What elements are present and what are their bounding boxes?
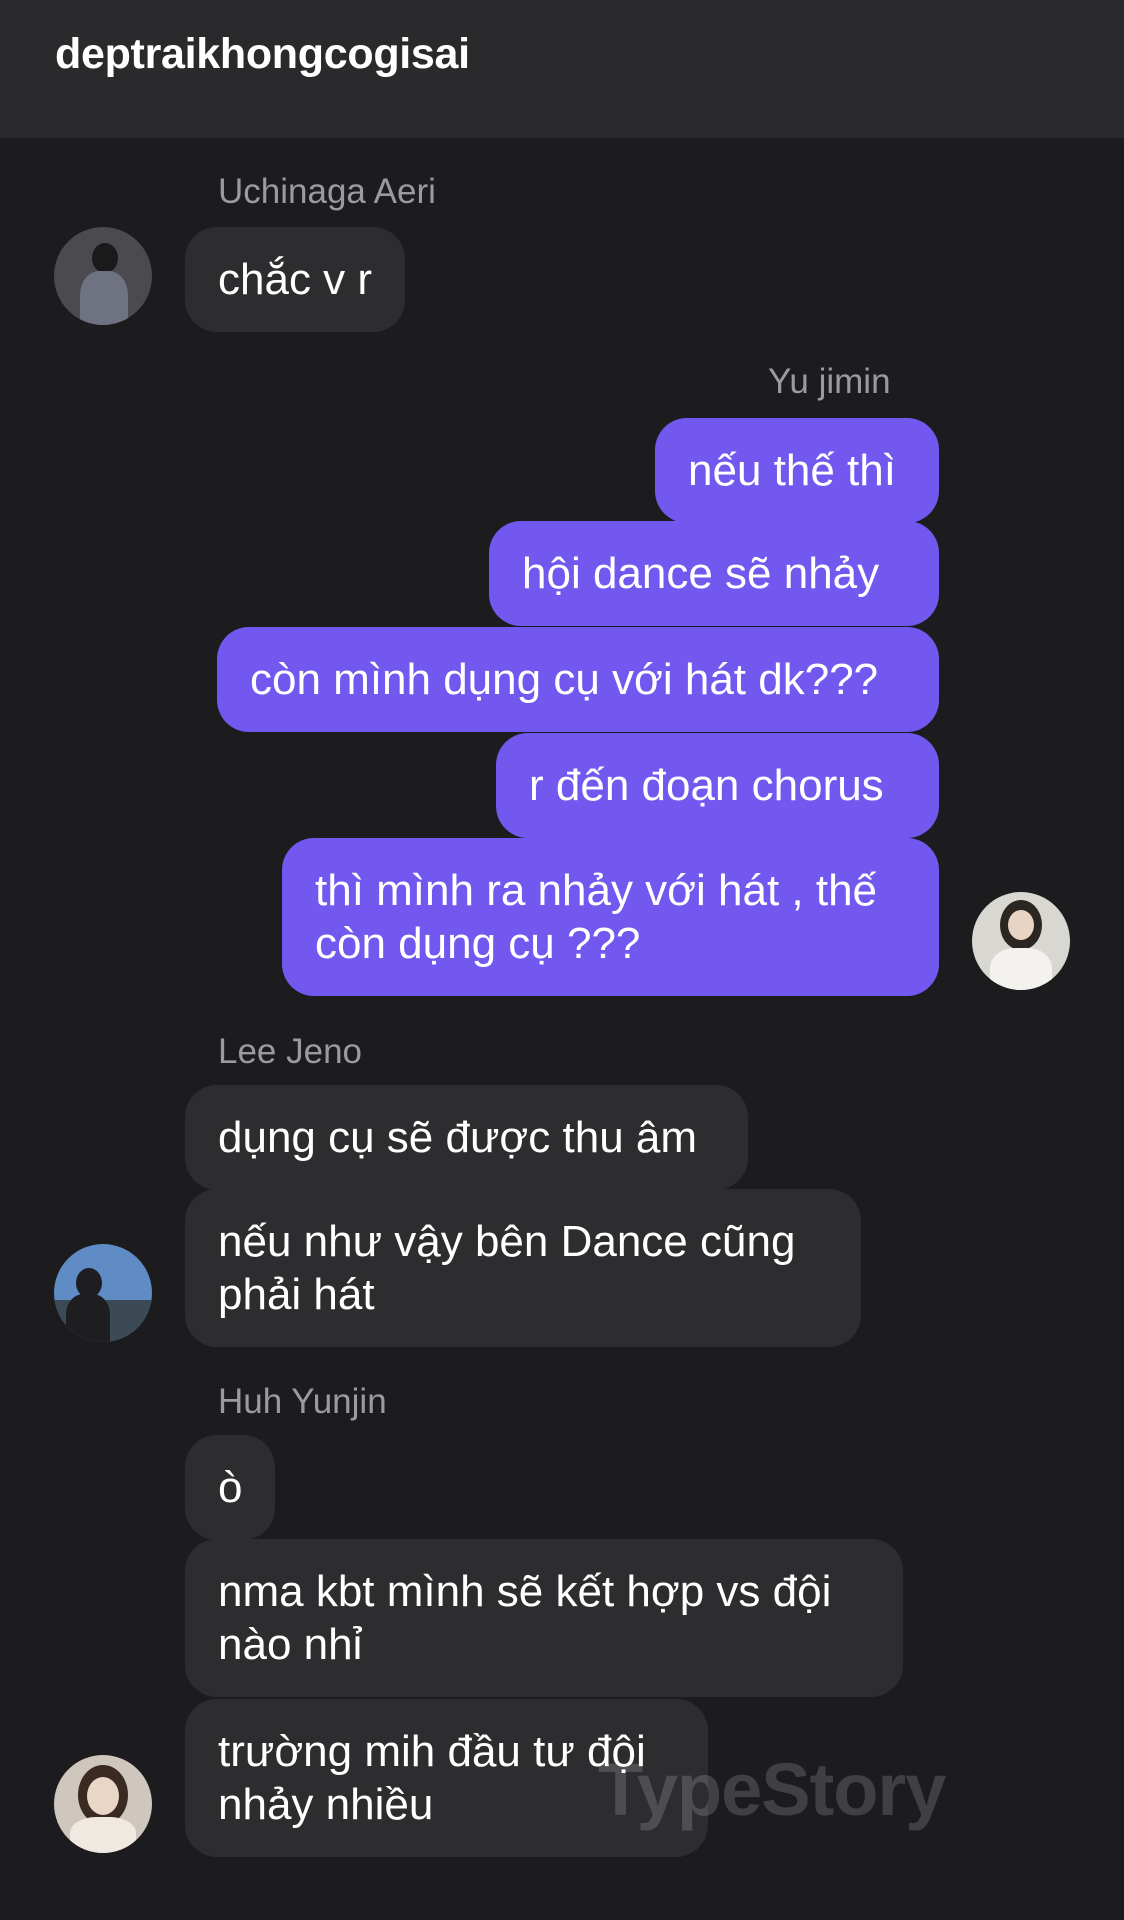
message-bubble[interactable]: chắc v r [185, 227, 406, 332]
chat-title[interactable]: deptraikhongcogisai [55, 30, 470, 79]
message-bubble[interactable]: nma kbt mình sẽ kết hợp vs đội nào nhỉ [185, 1539, 903, 1697]
avatar-yu-jimin[interactable] [972, 892, 1070, 990]
message-bubble[interactable]: thì mình ra nhảy với hát , thế còn dụng … [282, 838, 939, 996]
message-bubble[interactable]: hội dance sẽ nhảy [489, 521, 939, 626]
sender-name: Lee Jeno [218, 1032, 363, 1071]
message-bubble[interactable]: r đến đoạn chorus [496, 733, 939, 838]
message-bubble[interactable]: còn mình dụng cụ với hát dk??? [217, 627, 939, 732]
avatar-huh-yunjin[interactable] [54, 1755, 152, 1853]
message-bubble[interactable]: ò [185, 1435, 275, 1540]
message-bubble[interactable]: nếu thế thì [655, 418, 939, 523]
avatar-lee-jeno[interactable] [54, 1244, 152, 1342]
message-bubble[interactable]: nếu như vậy bên Dance cũng phải hát [185, 1189, 861, 1347]
chat-header: deptraikhongcogisai [0, 0, 1124, 138]
avatar-uchinaga-aeri[interactable] [54, 227, 152, 325]
sender-name: Uchinaga Aeri [218, 172, 436, 211]
sender-name: Yu jimin [768, 362, 891, 401]
message-bubble[interactable]: dụng cụ sẽ được thu âm [185, 1085, 748, 1190]
sender-name: Huh Yunjin [218, 1382, 387, 1421]
watermark: TypeStory [598, 1748, 946, 1831]
